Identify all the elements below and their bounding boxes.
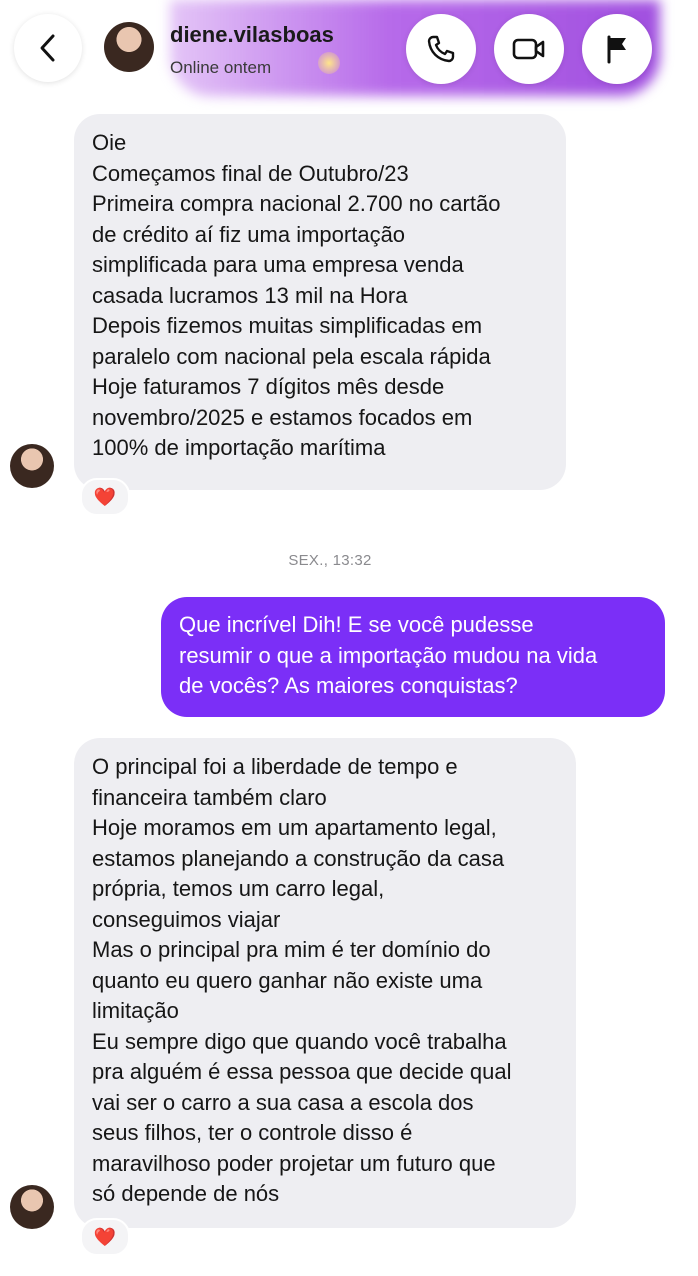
heart-reaction[interactable]: ❤️ [80,1218,130,1256]
message-line: Que incrível Dih! E se você pudesse [179,612,534,637]
status-glow [318,52,340,74]
message-line: financeira também claro [92,784,327,810]
message-line: seus filhos, ter o controle disso é [92,1120,413,1145]
message-line: novembro/2025 e estamos focados em [92,404,473,430]
incoming-message-bubble[interactable]: O principal foi a liberdade de tempo e f… [74,738,576,1228]
sender-avatar[interactable] [10,1185,54,1229]
contact-name[interactable]: diene.vilasboas [170,22,334,48]
message-line: própria, temos um carro legal, [92,876,385,901]
heart-icon: ❤️ [93,486,117,507]
message-line: estamos planejando a construção da casa [92,845,505,871]
incoming-message-bubble[interactable]: Oie Começamos final de Outubro/23 Primei… [74,114,566,490]
back-button[interactable] [14,14,82,82]
message-line: paralelo com nacional pela escala rápida [92,343,491,369]
message-line: limitação [92,998,179,1023]
message-line: vai ser o carro a sua casa a escola dos [92,1089,474,1115]
heart-icon: ❤️ [93,1226,117,1247]
message-line: de vocês? As maiores conquistas? [179,673,518,698]
outgoing-message-bubble[interactable]: Que incrível Dih! E se você pudesse resu… [161,597,665,717]
message-line: Depois fizemos muitas simplificadas em [92,313,483,338]
message-line: pra alguém é essa pessoa que decide qual [92,1059,512,1084]
message-line: 100% de importação marítima [92,435,386,460]
phone-icon [427,35,455,63]
message-line: resumir o que a importação mudou na vida [179,642,598,668]
message-line: quanto eu quero ganhar não existe uma [92,967,483,993]
video-call-button[interactable] [494,14,564,84]
message-line: Mas o principal pra mim é ter domínio do [92,937,491,962]
message-line: conseguimos viajar [92,906,281,932]
call-button[interactable] [406,14,476,84]
message-line: O principal foi a liberdade de tempo e [92,754,458,779]
message-line: Hoje faturamos 7 dígitos mês desde [92,374,445,399]
chevron-left-icon [40,34,55,62]
flag-icon [607,35,626,64]
message-line: Oie [92,130,127,155]
message-line: simplificada para uma empresa venda [92,252,464,277]
message-line: Eu sempre digo que quando você trabalha [92,1028,507,1054]
sender-avatar[interactable] [10,444,54,488]
message-line: Começamos final de Outubro/23 [92,160,409,186]
heart-reaction[interactable]: ❤️ [80,478,130,516]
message-line: Hoje moramos em um apartamento legal, [92,815,497,840]
video-camera-icon [512,38,545,60]
contact-status: Online ontem [170,58,272,77]
message-line: de crédito aí fiz uma importação [92,221,406,247]
message-line: só depende de nós [92,1181,280,1206]
message-line: maravilhoso poder projetar um futuro que [92,1150,496,1176]
message-line: casada lucramos 13 mil na Hora [92,282,408,308]
contact-avatar[interactable] [104,22,154,72]
chat-header: diene.vilasboas Online ontem [0,0,698,100]
message-line: Primeira compra nacional 2.700 no cartão [92,191,501,216]
message-timestamp: SEX., 13:32 [288,552,372,569]
report-button[interactable] [582,14,652,84]
